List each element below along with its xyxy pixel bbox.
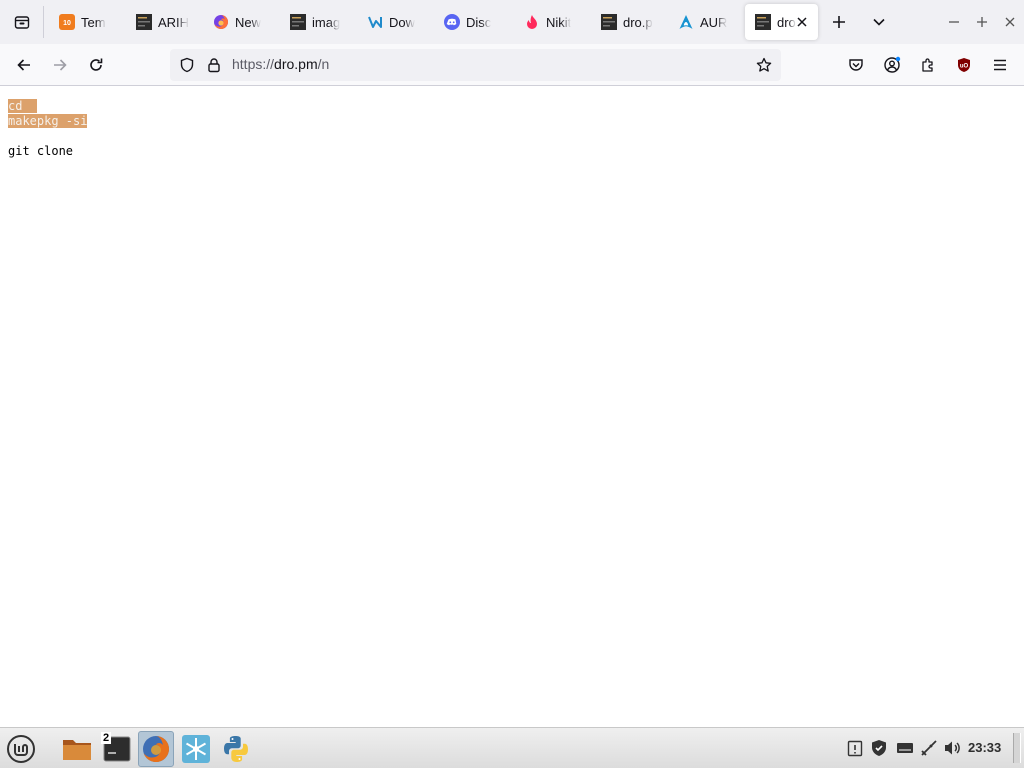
volume-icon[interactable] [944, 739, 962, 757]
keyboard-icon[interactable] [896, 739, 914, 757]
arch-linux-icon [678, 14, 694, 30]
chevron-down-icon [873, 18, 885, 26]
terminal-page-icon [290, 14, 306, 30]
list-all-tabs-button[interactable] [863, 6, 895, 38]
selected-line-cd: cd [8, 99, 37, 114]
bookmark-star-icon[interactable] [756, 57, 772, 73]
terminal-page-icon [601, 14, 617, 30]
tab-title: dro [777, 14, 796, 30]
tab-strip: 10 Tem ARIH New imag Dow Disc Nikit dro.… [0, 0, 1024, 44]
close-tab-icon[interactable] [794, 14, 810, 30]
tab-nikita[interactable]: Nikit [514, 4, 588, 40]
tab-title: Disc [466, 14, 492, 30]
url-bar[interactable]: https://dro.pm/n [170, 49, 781, 81]
app-menu-button[interactable] [984, 49, 1016, 81]
tab-image[interactable]: imag [280, 4, 354, 40]
vs-code-icon [367, 14, 383, 30]
selected-line-makepkg: makepkg -si [8, 114, 88, 129]
window-count-badge: 2 [101, 732, 112, 744]
tab-title: Dow [389, 14, 416, 30]
reload-button[interactable] [80, 49, 112, 81]
tab-aur[interactable]: AUR [668, 4, 742, 40]
arrow-right-icon [54, 59, 67, 71]
tab-title: AUR [700, 14, 728, 30]
svg-text:uO: uO [960, 64, 969, 70]
clipboard-icon[interactable] [846, 739, 864, 757]
discord-icon [444, 14, 460, 30]
forward-button[interactable] [44, 49, 76, 81]
tab-discord[interactable]: Disc [434, 4, 508, 40]
show-desktop-button[interactable] [1013, 733, 1021, 763]
close-icon [1005, 17, 1015, 27]
arrow-left-icon [17, 59, 30, 71]
close-window-button[interactable] [994, 6, 1024, 38]
tabbar-separator [43, 6, 44, 38]
firefox-view-icon [14, 16, 30, 29]
snowflake-app-icon [182, 735, 210, 763]
svg-text:10: 10 [63, 20, 71, 27]
folder-icon [63, 740, 91, 760]
tab-download[interactable]: Dow [357, 4, 431, 40]
tab-title: Nikit [546, 14, 572, 30]
python-icon [224, 736, 248, 762]
linux-mint-menu-icon [7, 735, 35, 763]
tab-title: New [235, 14, 262, 30]
network-disconnected-icon[interactable] [920, 739, 938, 757]
pocket-icon [849, 59, 863, 71]
tab-title: dro.p [623, 14, 653, 30]
tab-title: ARIH [158, 14, 190, 30]
taskbar: 2 23:33 [0, 727, 1024, 768]
minimize-icon [949, 21, 959, 23]
tab-title: Tem [81, 14, 106, 30]
terminal-page-icon [136, 14, 152, 30]
url-scheme: https:// [232, 56, 275, 72]
taskbar-firefox[interactable] [138, 731, 174, 767]
tinder-flame-icon [524, 14, 540, 30]
navigation-toolbar: https://dro.pm/n uO [0, 44, 1024, 86]
plus-icon [833, 16, 845, 28]
code-line: cd [8, 99, 23, 113]
url-host: dro.pm [274, 56, 318, 72]
puzzle-piece-icon [922, 58, 933, 72]
tab-dro-pm[interactable]: dro.p [591, 4, 665, 40]
pocket-button[interactable] [840, 49, 872, 81]
tab-temp-mail[interactable]: 10 Tem [49, 4, 123, 40]
update-shield-icon[interactable] [870, 739, 888, 757]
lock-icon[interactable] [206, 57, 222, 73]
ublock-origin-icon: uO [958, 58, 970, 72]
account-icon [884, 56, 901, 73]
tab-title: imag [312, 14, 341, 30]
taskbar-files[interactable] [59, 731, 95, 767]
terminal-page-icon [755, 14, 771, 30]
firefox-view-button[interactable] [4, 4, 40, 40]
hamburger-menu-icon [994, 59, 1006, 71]
tracking-protection-shield-icon[interactable] [179, 57, 195, 73]
url-path: /n [317, 56, 330, 72]
back-button[interactable] [8, 49, 40, 81]
tab-arihant[interactable]: ARIH [126, 4, 200, 40]
firefox-icon [213, 14, 229, 30]
firefox-icon [143, 736, 170, 762]
url-text[interactable]: https://dro.pm/n [232, 56, 329, 72]
selection-highlight: makepkg -si [8, 114, 88, 128]
maximize-icon [977, 17, 987, 27]
page-content: cd makepkg -si git clone [0, 86, 1024, 727]
code-line-git-clone: git clone [8, 144, 74, 158]
taskbar-python[interactable] [218, 731, 254, 767]
account-button[interactable] [876, 49, 908, 81]
tab-dro-pm-active[interactable]: dro [745, 4, 818, 40]
clock[interactable]: 23:33 [968, 740, 1001, 755]
code-line: makepkg -si [8, 114, 88, 128]
new-tab-button[interactable] [823, 6, 855, 38]
extensions-button[interactable] [912, 49, 944, 81]
menu-button[interactable] [3, 731, 39, 767]
taskbar-terminal[interactable]: 2 [99, 731, 135, 767]
tab-new-tab[interactable]: New [203, 4, 277, 40]
taskbar-app-ice[interactable] [178, 731, 214, 767]
reload-icon [90, 58, 103, 71]
selection-highlight: cd [8, 99, 37, 113]
temp-mail-icon: 10 [59, 14, 75, 30]
ublock-origin-button[interactable]: uO [948, 49, 980, 81]
